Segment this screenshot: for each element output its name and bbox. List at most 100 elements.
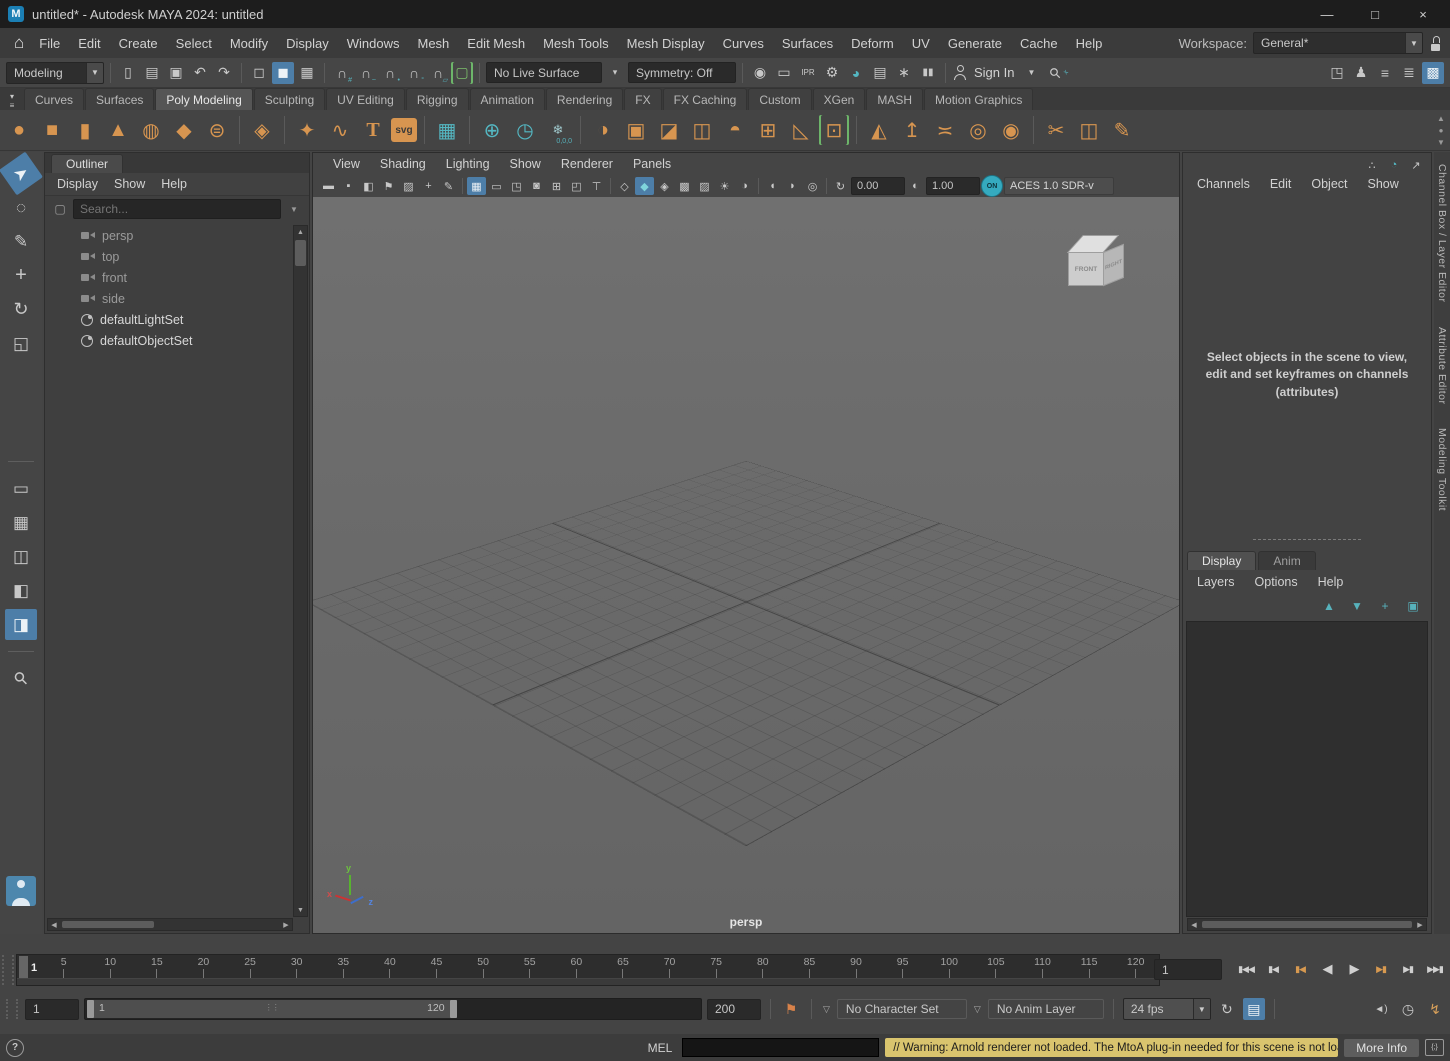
shelf-tab-sculpting[interactable]: Sculpting: [254, 88, 325, 110]
four-pane-layout-button[interactable]: ▦: [5, 507, 37, 538]
shelf-tab-poly-modeling[interactable]: Poly Modeling: [155, 88, 252, 110]
two-pane-layout-button[interactable]: ◫: [5, 541, 37, 572]
workspace-select[interactable]: General* ▼: [1253, 32, 1423, 54]
circularize-icon[interactable]: ◎: [963, 115, 993, 145]
channel-speed-icon[interactable]: ◔: [1385, 157, 1403, 173]
scroll-down-icon[interactable]: ▼: [294, 904, 307, 916]
bevel-icon[interactable]: ◭: [864, 115, 894, 145]
booleans-icon[interactable]: ◑: [588, 115, 618, 145]
outliner-menu-show[interactable]: Show: [106, 177, 153, 191]
make-live-icon[interactable]: ▢: [451, 62, 473, 84]
symmetry-field[interactable]: Symmetry: Off: [628, 62, 736, 83]
shelf-scroll-up-icon[interactable]: ▲: [1434, 112, 1448, 124]
more-info-button[interactable]: More Info: [1344, 1039, 1419, 1057]
svg-tool-icon[interactable]: svg: [391, 118, 417, 142]
step-back-frame-button[interactable]: ▮◀: [1260, 957, 1286, 981]
exposure-field[interactable]: 0.00: [851, 177, 905, 195]
fps-select[interactable]: 24 fps▼: [1123, 998, 1211, 1020]
search-commands-icon[interactable]: ⚲x: [1040, 57, 1071, 88]
outliner-search-arrow-icon[interactable]: ▼: [285, 200, 303, 218]
open-scene-icon[interactable]: ▤: [141, 62, 163, 84]
sweep-mesh-icon[interactable]: ▦: [432, 115, 462, 145]
show-manipulator-icon[interactable]: ⊕: [477, 115, 507, 145]
poly-cylinder-icon[interactable]: ▮: [70, 115, 100, 145]
outliner-vertical-scrollbar[interactable]: ▲ ▼: [293, 225, 308, 917]
scroll-right-icon[interactable]: ▶: [1414, 919, 1426, 930]
select-component-icon[interactable]: ▦: [296, 62, 318, 84]
lock-camera-icon[interactable]: ▪: [339, 177, 358, 195]
bookmark-view-icon[interactable]: ⚑: [379, 177, 398, 195]
layer-tab-display[interactable]: Display: [1187, 551, 1256, 570]
viewport-menu-shading[interactable]: Shading: [370, 157, 436, 171]
move-tool[interactable]: +: [5, 260, 37, 291]
outliner-search-input[interactable]: [73, 199, 281, 219]
helix-icon[interactable]: ∿: [325, 115, 355, 145]
layer-move-down-icon[interactable]: ▼: [1347, 597, 1367, 615]
smooth-icon[interactable]: ◓: [720, 115, 750, 145]
color-management-toggle[interactable]: ON: [981, 175, 1003, 197]
minimize-button[interactable]: —: [1316, 3, 1338, 25]
viewport-menu-lighting[interactable]: Lighting: [436, 157, 500, 171]
playback-loop-icon[interactable]: ↻: [1216, 998, 1238, 1020]
bridge-icon[interactable]: ≍: [930, 115, 960, 145]
backface-culling-icon[interactable]: ◗: [783, 177, 802, 195]
freeze-transformations-icon[interactable]: ❄0,0,0: [543, 115, 573, 145]
menu-file[interactable]: File: [30, 28, 69, 58]
channel-box-horizontal-scrollbar[interactable]: ◀ ▶: [1187, 918, 1427, 931]
layer-menu-help[interactable]: Help: [1308, 575, 1354, 589]
layer-menu-layers[interactable]: Layers: [1187, 575, 1245, 589]
shelf-tab-mash[interactable]: MASH: [866, 88, 923, 110]
snap-point-icon[interactable]: ∩•: [379, 62, 401, 84]
range-slider[interactable]: 1 120 ⋮⋮: [84, 998, 702, 1020]
scroll-left-icon[interactable]: ◀: [48, 919, 60, 930]
undo-icon[interactable]: ↶: [189, 62, 211, 84]
menu-set-select[interactable]: Modeling▼: [6, 62, 104, 84]
timeline-ruler[interactable]: 1 51015202530354045505560657075808590951…: [16, 954, 1160, 986]
snap-projected-center-icon[interactable]: ∩°: [403, 62, 425, 84]
platonic-solid-icon[interactable]: ◈: [247, 115, 277, 145]
character-set-select-arrow-icon[interactable]: ▽: [823, 1004, 830, 1015]
add-bookmark-icon[interactable]: ⚑: [780, 998, 802, 1020]
menu-curves[interactable]: Curves: [714, 28, 773, 58]
menu-mesh-tools[interactable]: Mesh Tools: [534, 28, 618, 58]
shelf-tab-custom[interactable]: Custom: [748, 88, 811, 110]
rotate-tool[interactable]: ↻: [5, 294, 37, 325]
channel-box-icon[interactable]: ≡: [1374, 62, 1396, 84]
animation-end-field[interactable]: 200: [707, 999, 761, 1020]
safe-title-icon[interactable]: ⊤: [587, 177, 606, 195]
shelf-scroll-knob[interactable]: ●: [1434, 124, 1448, 136]
outliner-persp-layout-button[interactable]: ◨: [5, 609, 37, 640]
side-tab-modeling-toolkit[interactable]: Modeling Toolkit: [1436, 428, 1448, 511]
snap-view-plane-icon[interactable]: ∩▱: [427, 62, 449, 84]
contrast-icon[interactable]: ◐: [906, 177, 925, 195]
current-time-field[interactable]: 1: [1154, 959, 1222, 980]
outliner-item-defaultobjectset[interactable]: defaultObjectSet: [47, 330, 293, 351]
menu-edit-mesh[interactable]: Edit Mesh: [458, 28, 534, 58]
select-tool[interactable]: ➤: [0, 152, 43, 196]
outliner-item-side[interactable]: side: [47, 288, 293, 309]
menu-mesh[interactable]: Mesh: [408, 28, 458, 58]
layer-menu-options[interactable]: Options: [1245, 575, 1308, 589]
channelbox-menu-show[interactable]: Show: [1358, 177, 1409, 191]
ipr-render-icon[interactable]: IPR: [797, 62, 819, 84]
live-surface-field[interactable]: No Live Surface: [486, 62, 602, 83]
shelf-tab-fx-caching[interactable]: FX Caching: [663, 88, 748, 110]
gate-mask-icon[interactable]: ◙: [527, 177, 546, 195]
delete-history-icon[interactable]: ◷: [510, 115, 540, 145]
pause-viewport-icon[interactable]: ▮▮: [917, 62, 939, 84]
shelf-tab-rigging[interactable]: Rigging: [406, 88, 469, 110]
evaluation-icon[interactable]: ↯: [1424, 998, 1446, 1020]
step-back-key-button[interactable]: ▮◀: [1287, 957, 1313, 981]
layer-tab-anim[interactable]: Anim: [1258, 551, 1315, 570]
outliner-menu-display[interactable]: Display: [49, 177, 106, 191]
shelf-scroll-down-icon[interactable]: ▼: [1434, 136, 1448, 148]
range-grip[interactable]: ⋮⋮: [265, 1003, 279, 1012]
safe-action-icon[interactable]: ◰: [567, 177, 586, 195]
layer-list[interactable]: [1186, 621, 1428, 917]
outliner-item-persp[interactable]: persp: [47, 225, 293, 246]
menu-generate[interactable]: Generate: [939, 28, 1011, 58]
sign-in-button[interactable]: Sign In: [970, 65, 1018, 80]
channel-graph-icon[interactable]: ↗: [1407, 157, 1425, 173]
panel-splitter[interactable]: [1253, 539, 1361, 540]
channelbox-menu-edit[interactable]: Edit: [1260, 177, 1302, 191]
